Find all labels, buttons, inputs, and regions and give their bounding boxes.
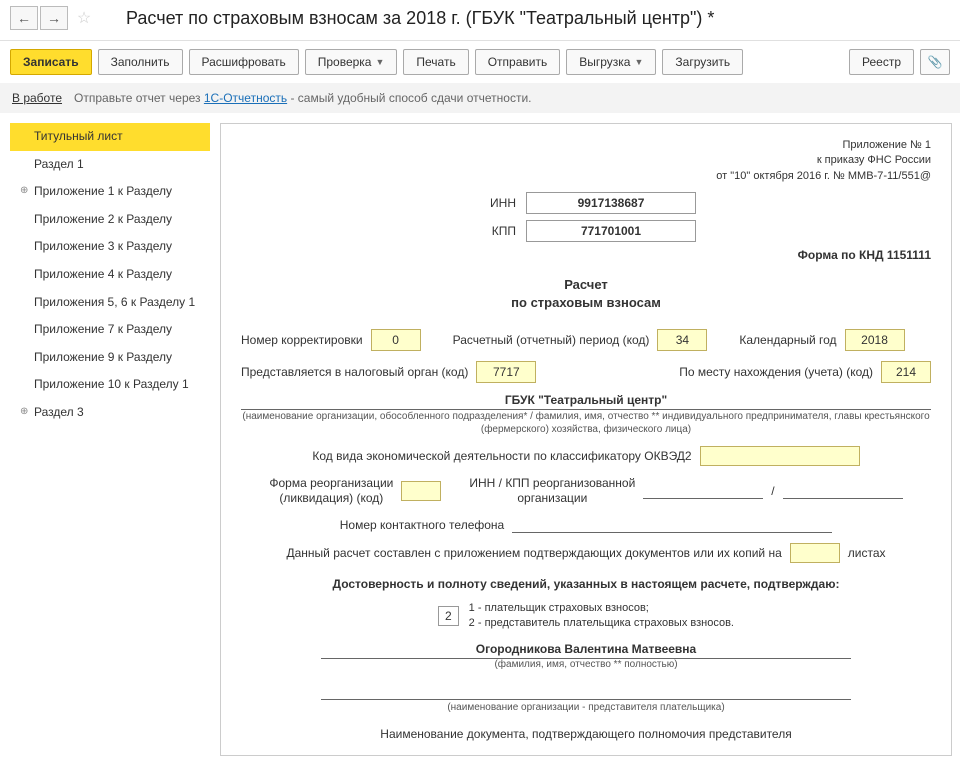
- fill-button[interactable]: Заполнить: [98, 49, 183, 75]
- sidebar-item-label: Раздел 3: [34, 405, 84, 421]
- confirm-code[interactable]: 2: [438, 606, 459, 626]
- sidebar-item-label: Титульный лист: [34, 129, 123, 145]
- send-button[interactable]: Отправить: [475, 49, 561, 75]
- sidebar-item[interactable]: Приложение 3 к Разделу: [10, 233, 210, 261]
- registry-button[interactable]: Реестр: [849, 49, 914, 75]
- forward-button[interactable]: →: [40, 6, 68, 30]
- okved-input[interactable]: [700, 446, 860, 466]
- sidebar-item-label: Приложение 1 к Разделу: [34, 184, 172, 200]
- year-input[interactable]: 2018: [845, 329, 905, 351]
- sidebar-item-label: Приложение 7 к Разделу: [34, 322, 172, 338]
- sidebar-item-label: Приложение 2 к Разделу: [34, 212, 172, 228]
- sidebar-item[interactable]: Приложение 7 к Разделу: [10, 316, 210, 344]
- form-content: Приложение № 1 к приказу ФНС России от "…: [220, 123, 952, 756]
- sidebar-item[interactable]: Приложение 2 к Разделу: [10, 206, 210, 234]
- page-title: Расчет по страховым взносам за 2018 г. (…: [126, 8, 714, 29]
- attach-prefix: Данный расчет составлен с приложением по…: [287, 546, 782, 560]
- inn-label: ИНН: [476, 196, 516, 210]
- correction-input[interactable]: 0: [371, 329, 421, 351]
- sidebar-item[interactable]: Приложения 5, 6 к Разделу 1: [10, 289, 210, 317]
- export-button[interactable]: Выгрузка▼: [566, 49, 656, 75]
- confirm-title: Достоверность и полноту сведений, указан…: [241, 577, 931, 591]
- save-button[interactable]: Записать: [10, 49, 92, 75]
- chevron-down-icon: ▼: [375, 57, 384, 67]
- sidebar-item[interactable]: Приложение 9 к Разделу: [10, 344, 210, 372]
- okved-label: Код вида экономической деятельности по к…: [312, 449, 691, 463]
- expand-icon: ⊕: [20, 184, 30, 197]
- expand-icon: ⊕: [20, 405, 30, 418]
- status-link-1c[interactable]: 1С-Отчетность: [204, 91, 287, 105]
- kpp-value[interactable]: 771701001: [526, 220, 696, 242]
- sidebar-item[interactable]: Раздел 1: [10, 151, 210, 179]
- sidebar-item-label: Приложение 9 к Разделу: [34, 350, 172, 366]
- sidebar-item-label: Приложение 10 к Разделу 1: [34, 377, 189, 393]
- attach-pages-input[interactable]: [790, 543, 840, 563]
- inn-value[interactable]: 9917138687: [526, 192, 696, 214]
- org-name[interactable]: ГБУК "Театральный центр": [241, 393, 931, 410]
- favorite-icon[interactable]: ☆: [74, 6, 94, 30]
- print-button[interactable]: Печать: [403, 49, 468, 75]
- location-input[interactable]: 214: [881, 361, 931, 383]
- back-button[interactable]: ←: [10, 6, 38, 30]
- sidebar-item[interactable]: ⊕ Приложение 1 к Разделу: [10, 178, 210, 206]
- reorg-kpp-input[interactable]: [783, 483, 903, 499]
- attachment-button[interactable]: 📎: [920, 49, 950, 75]
- signer-name[interactable]: Огородникова Валентина Матвеевна: [321, 642, 851, 659]
- doc-label: Наименование документа, подтверждающего …: [241, 727, 931, 741]
- check-button[interactable]: Проверка▼: [305, 49, 398, 75]
- year-label: Календарный год: [739, 333, 836, 347]
- chevron-down-icon: ▼: [634, 57, 643, 67]
- attach-suffix: листах: [848, 546, 886, 560]
- location-label: По месту нахождения (учета) (код): [679, 365, 873, 379]
- tax-org-label: Представляется в налоговый орган (код): [241, 365, 468, 379]
- representative-org-input[interactable]: [321, 684, 851, 700]
- phone-label: Номер контактного телефона: [340, 518, 504, 532]
- kpp-label: КПП: [476, 224, 516, 238]
- knd-code: Форма по КНД 1151111: [241, 248, 931, 262]
- signer-hint: (фамилия, имя, отчество ** полностью): [241, 659, 931, 670]
- correction-label: Номер корректировки: [241, 333, 363, 347]
- sidebar-item[interactable]: Титульный лист: [10, 123, 210, 151]
- representative-hint: (наименование организации - представител…: [241, 702, 931, 713]
- decode-button[interactable]: Расшифровать: [189, 49, 299, 75]
- phone-input[interactable]: [512, 517, 832, 533]
- sidebar: Титульный лист Раздел 1 ⊕ Приложение 1 к Ра…: [0, 113, 210, 756]
- form-app-header: Приложение № 1 к приказу ФНС России от "…: [241, 138, 931, 184]
- status-prefix: Отправьте отчет через: [74, 91, 201, 105]
- sidebar-item[interactable]: Приложение 10 к Разделу 1: [10, 371, 210, 399]
- form-title: Расчет по страховым взносам: [241, 276, 931, 312]
- sidebar-item-label: Приложение 3 к Разделу: [34, 239, 172, 255]
- period-input[interactable]: 34: [657, 329, 707, 351]
- sidebar-item[interactable]: ⊕ Раздел 3: [10, 399, 210, 427]
- sidebar-item-label: Приложения 5, 6 к Разделу 1: [34, 295, 195, 311]
- reorg-code-input[interactable]: [401, 481, 441, 501]
- status-in-work[interactable]: В работе: [12, 91, 62, 105]
- sidebar-item[interactable]: Приложение 4 к Разделу: [10, 261, 210, 289]
- sidebar-item-label: Приложение 4 к Разделу: [34, 267, 172, 283]
- org-hint: (наименование организации, обособленного…: [241, 410, 931, 436]
- status-suffix: - самый удобный способ сдачи отчетности.: [290, 91, 531, 105]
- reorg-inn-input[interactable]: [643, 483, 763, 499]
- sidebar-item-label: Раздел 1: [34, 157, 84, 173]
- period-label: Расчетный (отчетный) период (код): [453, 333, 650, 347]
- tax-org-input[interactable]: 7717: [476, 361, 536, 383]
- paperclip-icon: 📎: [928, 55, 943, 69]
- import-button[interactable]: Загрузить: [662, 49, 743, 75]
